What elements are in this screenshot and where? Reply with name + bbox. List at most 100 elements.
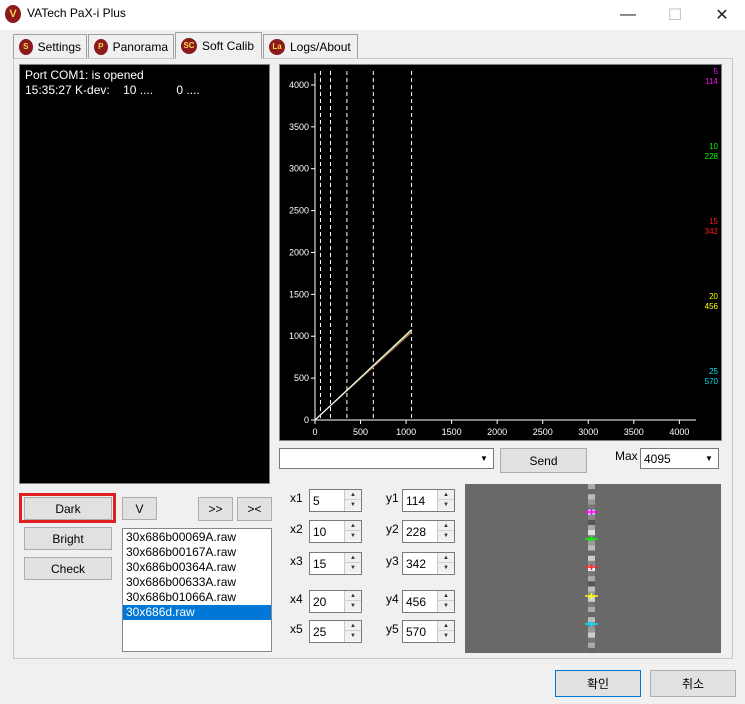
cancel-button[interactable]: 취소	[650, 670, 736, 697]
spinner-buttons: ▲ ▼	[344, 521, 361, 542]
x4-spinner[interactable]: 20 ▲ ▼	[309, 590, 362, 613]
tab-panorama[interactable]: P Panorama	[88, 34, 174, 58]
spin-up-icon[interactable]: ▲	[438, 521, 454, 531]
spin-down-icon[interactable]: ▼	[345, 563, 361, 573]
x-tick-label: 2500	[533, 427, 553, 437]
log-line: 15:35:27 K-dev: 10 .... 0 ....	[25, 83, 200, 97]
spinner-buttons: ▲ ▼	[437, 621, 454, 642]
window-title: VATech PaX-i Plus	[27, 6, 126, 20]
panorama-icon: P	[94, 38, 108, 55]
x-tick-label: 2000	[487, 427, 507, 437]
file-list-item[interactable]: 30x686b00069A.raw	[123, 530, 271, 545]
strip-segment	[588, 494, 595, 500]
spin-down-icon[interactable]: ▼	[345, 601, 361, 611]
file-list-item[interactable]: 30x686b01066A.raw	[123, 590, 271, 605]
file-list[interactable]: 30x686b00069A.raw 30x686b00167A.raw 30x686…	[122, 528, 272, 652]
log-output: Port COM1: is opened 15:35:27 K-dev: 10 …	[19, 64, 270, 484]
collapse-button[interactable]: ><	[237, 497, 272, 521]
maximize-button[interactable]: ☐	[652, 0, 698, 30]
tab-logs-about[interactable]: La Logs/About	[263, 34, 358, 58]
spin-down-icon[interactable]: ▼	[438, 531, 454, 541]
v-button[interactable]: V	[122, 497, 157, 520]
spinner-value: 20	[313, 595, 327, 609]
spin-down-icon[interactable]: ▼	[438, 601, 454, 611]
tab-label: Panorama	[112, 39, 168, 54]
x5-spinner[interactable]: 25 ▲ ▼	[309, 620, 362, 643]
y-tick-label: 2000	[289, 247, 309, 257]
series-label-bottom: 570	[705, 377, 719, 386]
y5-spinner[interactable]: 570 ▲ ▼	[402, 620, 455, 643]
y-tick-label: 3000	[289, 164, 309, 174]
strip-segment	[588, 637, 595, 644]
x-tick-label: 0	[312, 427, 317, 437]
x-tick-label: 4000	[669, 427, 689, 437]
bright-button[interactable]: Bright	[24, 527, 112, 550]
file-list-item[interactable]: 30x686b00633A.raw	[123, 575, 271, 590]
ok-button[interactable]: 확인	[555, 670, 641, 697]
spinner-value: 114	[406, 494, 426, 508]
settings-icon: S	[19, 38, 33, 55]
spin-up-icon[interactable]: ▲	[438, 490, 454, 500]
spin-up-icon[interactable]: ▲	[345, 621, 361, 631]
file-list-item[interactable]: 30x686d.raw	[123, 605, 271, 620]
strip-segment	[588, 632, 595, 639]
x-label: x5	[290, 622, 303, 636]
spinner-value: 228	[406, 525, 427, 539]
strip-segment	[588, 499, 595, 505]
y1-spinner[interactable]: 114 ▲ ▼	[402, 489, 455, 512]
spin-up-icon[interactable]: ▲	[438, 621, 454, 631]
spinner-value: 15	[313, 557, 327, 571]
x3-spinner[interactable]: 15 ▲ ▼	[309, 552, 362, 575]
y-tick-label: 4000	[289, 80, 309, 90]
file-list-item[interactable]: 30x686b00364A.raw	[123, 560, 271, 575]
y-tick-label: 1500	[289, 289, 309, 299]
chevron-down-icon[interactable]: ▼	[701, 450, 717, 467]
send-button[interactable]: Send	[500, 448, 587, 473]
y-tick-label: 1000	[289, 331, 309, 341]
strip-segment	[588, 489, 595, 495]
y-label: y5	[386, 622, 399, 636]
spin-down-icon[interactable]: ▼	[438, 631, 454, 641]
spinner-value: 342	[406, 557, 427, 571]
y2-spinner[interactable]: 228 ▲ ▼	[402, 520, 455, 543]
file-list-item[interactable]: 30x686b00167A.raw	[123, 545, 271, 560]
spinner-buttons: ▲ ▼	[344, 591, 361, 612]
chevron-down-icon[interactable]: ▼	[476, 450, 492, 467]
y3-spinner[interactable]: 342 ▲ ▼	[402, 552, 455, 575]
spinner-buttons: ▲ ▼	[437, 490, 454, 511]
minimize-button[interactable]: —	[605, 0, 651, 30]
max-select[interactable]: 4095 ▼	[640, 448, 719, 469]
graph-canvas: 0 500 1000 1500 2000 2500 3000 3500 4000 0 500 1000…	[289, 67, 719, 437]
x-label: x2	[290, 522, 303, 536]
x2-spinner[interactable]: 10 ▲ ▼	[309, 520, 362, 543]
spin-down-icon[interactable]: ▼	[345, 631, 361, 641]
tab-settings[interactable]: S Settings	[13, 34, 87, 58]
spin-up-icon[interactable]: ▲	[438, 553, 454, 563]
strip-segment	[588, 484, 595, 490]
spin-down-icon[interactable]: ▼	[345, 531, 361, 541]
check-button[interactable]: Check	[24, 557, 112, 580]
y4-spinner[interactable]: 456 ▲ ▼	[402, 590, 455, 613]
close-button[interactable]: ✕	[699, 0, 745, 30]
spin-up-icon[interactable]: ▲	[345, 591, 361, 601]
next-button[interactable]: >>	[198, 497, 233, 521]
spin-up-icon[interactable]: ▲	[345, 490, 361, 500]
command-combo[interactable]: ▼	[279, 448, 494, 469]
tab-label: Settings	[37, 39, 81, 54]
spin-up-icon[interactable]: ▲	[438, 591, 454, 601]
spinner-buttons: ▲ ▼	[437, 591, 454, 612]
strip-segment	[588, 581, 595, 587]
series-label-top: 10	[709, 142, 718, 151]
x-tick-label: 1000	[396, 427, 416, 437]
spin-down-icon[interactable]: ▼	[438, 563, 454, 573]
spin-up-icon[interactable]: ▲	[345, 521, 361, 531]
spinner-value: 570	[406, 625, 427, 639]
strip-segment	[588, 514, 595, 521]
x1-spinner[interactable]: 5 ▲ ▼	[309, 489, 362, 512]
y-tick-label: 3500	[289, 122, 309, 132]
spin-down-icon[interactable]: ▼	[438, 500, 454, 510]
y-label: y3	[386, 554, 399, 568]
spin-down-icon[interactable]: ▼	[345, 500, 361, 510]
spin-up-icon[interactable]: ▲	[345, 553, 361, 563]
tab-soft-calib[interactable]: SC Soft Calib	[175, 32, 262, 59]
